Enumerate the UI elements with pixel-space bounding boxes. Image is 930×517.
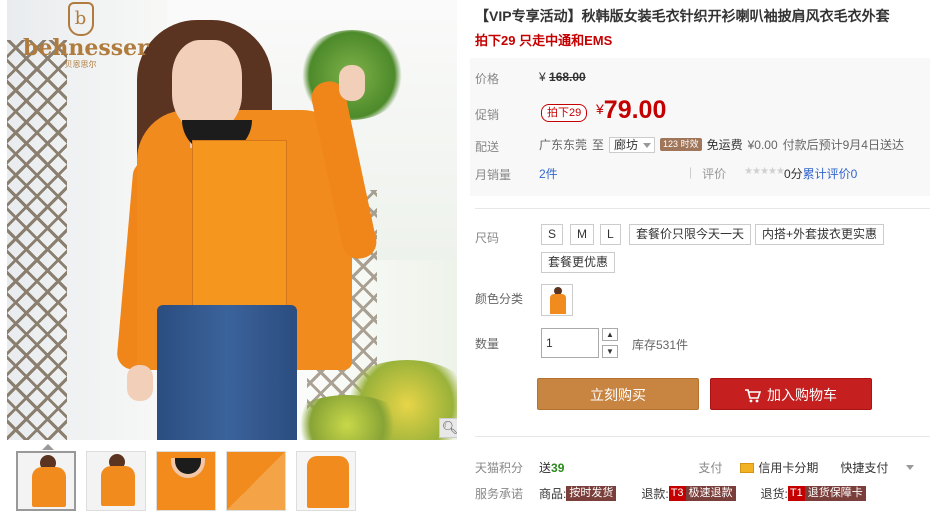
size-option-inner-outer[interactable]: 内搭+外套拔衣更实惠 [755,224,885,245]
add-to-cart-button[interactable]: 加入购物车 [710,378,872,410]
thumbnail-5[interactable] [296,451,356,511]
credit-installment[interactable]: 信用卡分期 [758,459,818,476]
shipping-fee-text: 免运费 [706,138,743,152]
chevron-down-icon [643,142,652,148]
return-t-badge: T1 [787,486,805,501]
promo-price-value: 79.00 [603,96,667,124]
quick-pay[interactable]: 快捷支付 [840,459,888,476]
background-lattice [7,40,67,440]
promo-price: ¥79.00 [596,96,666,125]
delivery-time-badge: 123 时效 [660,138,702,151]
thumbnail-3[interactable] [156,451,216,511]
main-product-image[interactable]: b behnesser 贝恩思尔 🔍︎ [7,0,457,440]
sales-row: 2件 | 评价 ★★★★★ 0分 累计评价0 [539,165,857,182]
delivery-estimate: 付款后预计9月4日送达 [782,138,904,152]
product-title: 【VIP专享活动】秋韩版女装毛衣针织开衫喇叭袖披肩风衣毛衣外套 [475,8,890,24]
thumbnail-pointer-icon [42,444,54,450]
size-option-m[interactable]: M [570,224,594,245]
divider [475,208,930,209]
credit-card-icon [740,462,755,473]
rating-stars-icon: ★★★★★ [744,166,785,177]
promo-badge: 拍下29 [541,104,588,122]
quantity-input[interactable] [541,328,599,358]
original-price: ¥ 168.00 [539,70,586,84]
promo-currency: ¥ [596,101,604,117]
buy-now-label: 立刻购买 [590,387,646,403]
destination-value: 廊坊 [614,137,639,152]
service-row: 服务承诺 商品: 按时发货 退款: T3 极速退款 退货: T1 退货保障卡 [475,485,866,502]
rating-score: 0分 [783,167,803,181]
return-guarantee-badge: 退货保障卡 [804,486,866,501]
model-hand-right [339,65,365,101]
review-label: 评价 [702,167,727,181]
model-jeans [157,305,297,440]
model-figure [115,20,380,440]
points-value: 39 [551,460,565,475]
destination-select[interactable]: 廊坊 [609,136,656,153]
product-info-panel: 【VIP专享活动】秋韩版女装毛衣针织开衫喇叭袖披肩风衣毛衣外套 拍下29 只走中… [470,0,930,517]
ship-to-word: 至 [592,138,605,152]
price-label: 价格 [475,72,500,86]
shipping-label: 配送 [475,140,500,154]
size-option-l[interactable]: L [600,224,621,245]
cart-icon [745,389,761,403]
shipping-row: 广东东莞 至 廊坊 123 时效 免运费 ¥0.00 付款后预计9月4日送达 [539,136,904,153]
points-payment-row: 天猫积分 送 39 支付 信用卡分期 快捷支付 [475,459,915,476]
color-swatch-orange[interactable] [541,284,573,316]
chevron-down-icon[interactable] [906,465,915,470]
on-time-delivery-badge: 按时发货 [566,486,617,501]
promo-label: 促销 [475,108,500,122]
refund-label: 退款: [641,487,669,501]
inner-top [192,140,287,310]
model-face [172,40,242,130]
thumbnail-1[interactable] [16,451,76,511]
size-option-package-discount[interactable]: 套餐更优惠 [541,252,616,273]
sales-label: 月销量 [475,168,512,182]
thumbnail-4[interactable] [226,451,286,511]
divider [475,436,930,437]
brand-subname: 贝恩思尔 [64,60,97,69]
brand-name: behnesser [23,35,149,61]
ship-from: 广东东莞 [539,138,588,152]
thumbnail-strip [16,451,356,511]
quantity-up-icon[interactable]: ▲ [602,328,618,341]
return-label: 退货: [760,487,788,501]
fast-refund-badge: 极速退款 [685,486,736,501]
brand-logo: b behnesser 贝恩思尔 [23,2,149,70]
stock-count: 库存531件 [632,338,689,352]
add-to-cart-label: 加入购物车 [767,387,837,403]
buy-now-button[interactable]: 立刻购买 [537,378,699,410]
quantity-down-icon[interactable]: ▼ [602,345,618,358]
original-price-value: 168.00 [549,70,586,84]
size-label: 尺码 [475,231,500,245]
brand-mark-icon: b [67,2,94,36]
quantity-label: 数量 [475,337,500,351]
points-prefix: 送 [539,461,552,475]
divider: | [689,165,693,179]
size-option-s[interactable]: S [541,224,564,245]
size-option-package-today[interactable]: 套餐价只限今天一天 [629,224,752,245]
refund-t-badge: T3 [668,486,686,501]
thumbnail-2[interactable] [86,451,146,511]
magnifier-icon[interactable]: 🔍︎ [439,418,457,438]
points-label: 天猫积分 [475,461,524,475]
shipping-fee-value: ¥0.00 [747,137,778,152]
goods-label: 商品: [539,487,567,501]
review-count-link[interactable]: 累计评价0 [803,165,858,182]
currency-symbol: ¥ [539,70,546,84]
monthly-sales-value: 2件 [539,167,558,181]
service-label: 服务承诺 [475,487,524,501]
model-hand-left [127,365,153,401]
color-label: 颜色分类 [475,292,524,306]
product-subtitle: 拍下29 只走中通和EMS [475,33,613,48]
payment-label: 支付 [698,461,723,475]
